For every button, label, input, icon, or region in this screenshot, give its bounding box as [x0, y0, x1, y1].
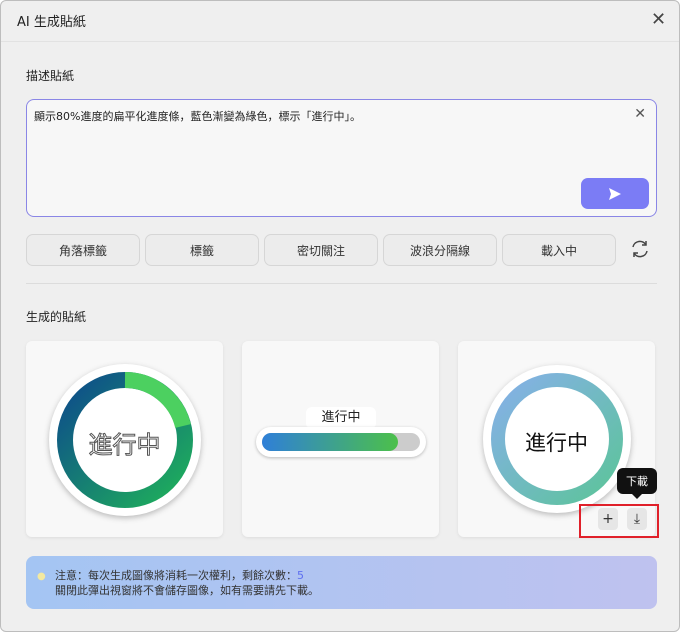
sticker-card[interactable]: 進行中 — [242, 341, 439, 537]
ai-sticker-dialog: AI 生成貼紙 ✕ 描述貼紙 顯示80%進度的扁平化進度條，藍色漸變為綠色，標示… — [0, 0, 680, 632]
chip-loading[interactable]: 載入中 — [502, 234, 616, 266]
add-button[interactable]: + — [598, 508, 618, 530]
notice-line1: 注意：每次生成圖像將消耗一次權利，剩餘次數： — [55, 569, 297, 582]
progress-sticker — [256, 427, 426, 457]
sticker-text: 進行中 — [525, 431, 588, 455]
close-icon[interactable]: ✕ — [651, 9, 666, 30]
download-button[interactable]: ⤓ — [627, 508, 647, 530]
sticker-card[interactable]: 進行中 — [26, 341, 223, 537]
dialog-title: AI 生成貼紙 — [17, 15, 86, 30]
sticker-text: 進行中 — [306, 407, 376, 429]
describe-label: 描述貼紙 — [26, 69, 75, 83]
chip-wave-divider[interactable]: 波浪分隔線 — [383, 234, 497, 266]
sticker-text: 進行中 — [88, 431, 161, 460]
clear-icon[interactable]: ✕ — [634, 106, 646, 122]
notice-banner: ● 注意：每次生成圖像將消耗一次權利，剩餘次數：5 關閉此彈出視窗將不會儲存圖像… — [26, 556, 657, 609]
divider — [26, 283, 657, 284]
description-input[interactable]: 顯示80%進度的扁平化進度條，藍色漸變為綠色，標示「進行中」。 ✕ — [26, 99, 657, 217]
divider — [1, 41, 679, 42]
lightbulb-icon: ● — [37, 571, 46, 582]
chip-watch[interactable]: 密切關注 — [264, 234, 378, 266]
send-button[interactable] — [581, 178, 649, 209]
highlight-box — [579, 504, 659, 538]
description-text[interactable]: 顯示80%進度的扁平化進度條，藍色漸變為綠色，標示「進行中」。 — [34, 108, 361, 124]
download-tooltip: 下載 — [617, 468, 657, 499]
plus-icon: + — [602, 511, 614, 527]
chip-corner-label[interactable]: 角落標籤 — [26, 234, 140, 266]
chip-label[interactable]: 標籤 — [145, 234, 259, 266]
notice-line2: 關閉此彈出視窗將不會儲存圖像，如有需要請先下載。 — [55, 584, 319, 597]
refresh-icon[interactable] — [629, 238, 651, 260]
remaining-count: 5 — [297, 569, 304, 582]
progress-fill — [262, 433, 398, 451]
send-icon — [609, 187, 621, 200]
generated-label: 生成的貼紙 — [26, 310, 87, 324]
download-icon: ⤓ — [633, 511, 641, 527]
